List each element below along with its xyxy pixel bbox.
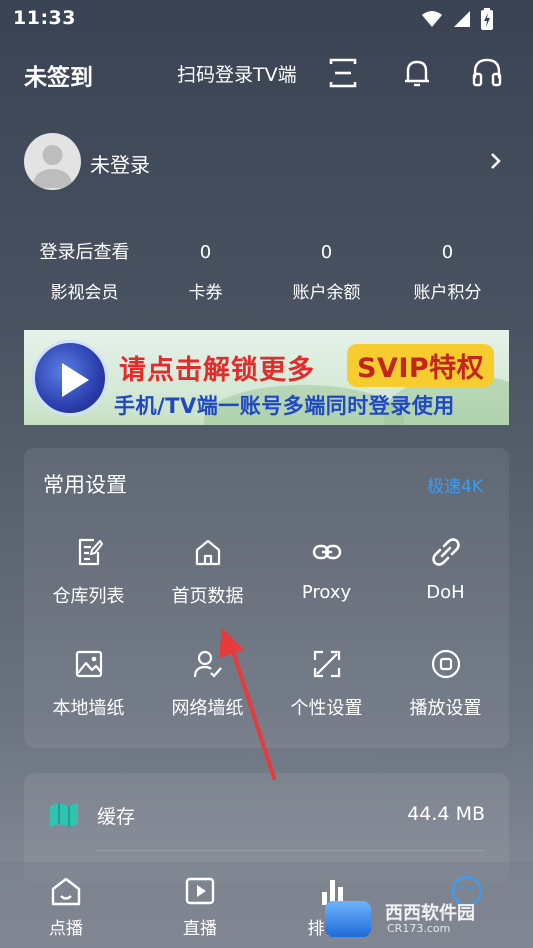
battery-icon xyxy=(481,8,493,30)
play-logo-icon xyxy=(32,340,108,416)
proxy-button[interactable]: Proxy xyxy=(266,536,387,626)
wifi-icon xyxy=(422,11,442,27)
link-icon xyxy=(312,544,342,560)
personalize-settings-button[interactable]: 个性设置 xyxy=(266,648,387,738)
nav-label: 点播 xyxy=(49,919,83,939)
grid-item-label: 首页数据 xyxy=(171,586,244,607)
local-wallpaper-button[interactable]: 本地墙纸 xyxy=(28,648,149,738)
stat-value: 0 xyxy=(441,242,454,263)
expand-icon xyxy=(313,650,341,678)
playback-settings-button[interactable]: 播放设置 xyxy=(385,648,506,738)
svip-banner[interactable]: 请点击解锁更多 SVIP特权 手机/TV端一账号多端同时登录使用 xyxy=(24,330,509,425)
watermark-subtext: CR173.com xyxy=(387,922,451,935)
stat-label: 影视会员 xyxy=(50,283,119,303)
grid-item-label: DoH xyxy=(426,582,465,603)
scan-icon[interactable] xyxy=(326,56,360,90)
stat-points[interactable]: 0 账户积分 xyxy=(387,240,508,306)
cache-label[interactable]: 缓存 xyxy=(97,802,135,829)
account-stats: 登录后查看 影视会员 0 卡券 0 账户余额 0 账户积分 xyxy=(24,240,509,310)
bell-icon[interactable] xyxy=(400,56,434,90)
speed-4k-link[interactable]: 极速4K xyxy=(427,472,483,497)
signal-icon xyxy=(454,11,470,27)
headset-icon[interactable] xyxy=(470,56,504,90)
banner-subline: 手机/TV端一账号多端同时登录使用 xyxy=(114,394,455,418)
grid-item-label: Proxy xyxy=(301,582,352,603)
image-icon xyxy=(75,650,103,678)
status-bar: 11:33 xyxy=(0,0,533,38)
profile-name: 未登录 xyxy=(90,153,150,177)
repo-list-button[interactable]: 仓库列表 xyxy=(28,536,149,626)
home-icon xyxy=(51,877,81,906)
banner-headline: 请点击解锁更多 xyxy=(119,355,315,386)
header: 未签到 扫码登录TV端 xyxy=(0,50,533,96)
nav-live-tab[interactable]: 直播 xyxy=(150,874,250,939)
network-wallpaper-button[interactable]: 网络墙纸 xyxy=(147,648,268,738)
settings-title: 常用设置 xyxy=(43,473,127,497)
stat-vip[interactable]: 登录后查看 影视会员 xyxy=(24,240,145,306)
grid-item-label: 个性设置 xyxy=(290,698,363,719)
chevron-right-icon[interactable] xyxy=(489,151,503,171)
stat-label: 账户余额 xyxy=(292,283,361,303)
grid-item-label: 网络墙纸 xyxy=(171,698,244,719)
record-icon xyxy=(431,649,461,679)
home-data-button[interactable]: 首页数据 xyxy=(147,536,268,626)
grid-item-label: 播放设置 xyxy=(409,698,482,719)
doh-button[interactable]: DoH xyxy=(385,536,506,626)
stat-label: 卡券 xyxy=(188,283,223,303)
stat-value: 0 xyxy=(320,242,333,263)
document-edit-icon xyxy=(78,538,104,566)
play-square-icon xyxy=(185,877,215,905)
watermark-badge-icon xyxy=(325,901,371,937)
stat-label: 账户积分 xyxy=(413,283,482,303)
home-icon xyxy=(195,539,221,566)
nav-label: 直播 xyxy=(183,919,217,939)
checkin-status[interactable]: 未签到 xyxy=(24,58,93,92)
avatar[interactable] xyxy=(24,133,81,190)
stat-value: 登录后查看 xyxy=(39,242,130,263)
stat-value: 0 xyxy=(199,242,212,263)
grid-item-label: 本地墙纸 xyxy=(52,698,125,719)
status-time: 11:33 xyxy=(13,7,76,29)
user-check-icon xyxy=(193,650,222,678)
watermark-logo: 西西软件园 CR173.com xyxy=(325,897,515,941)
stat-balance[interactable]: 0 账户余额 xyxy=(266,240,387,306)
divider xyxy=(96,850,485,851)
chain-icon xyxy=(432,538,460,566)
profile-row[interactable]: 未登录 xyxy=(0,133,533,193)
scan-login-link[interactable]: 扫码登录TV端 xyxy=(177,60,297,87)
grid-item-label: 仓库列表 xyxy=(52,586,125,607)
stat-coupons[interactable]: 0 卡券 xyxy=(145,240,266,306)
avatar-placeholder-icon xyxy=(32,145,73,188)
map-icon xyxy=(50,803,78,827)
common-settings-card: 常用设置 极速4K 仓库列表 首页数据 Proxy DoH 本地墙纸 网络墙纸 … xyxy=(24,448,509,748)
svip-badge: SVIP特权 xyxy=(347,344,495,387)
cache-size: 44.4 MB xyxy=(407,803,485,825)
nav-vod-tab[interactable]: 点播 xyxy=(16,874,116,939)
status-icons xyxy=(421,8,493,30)
